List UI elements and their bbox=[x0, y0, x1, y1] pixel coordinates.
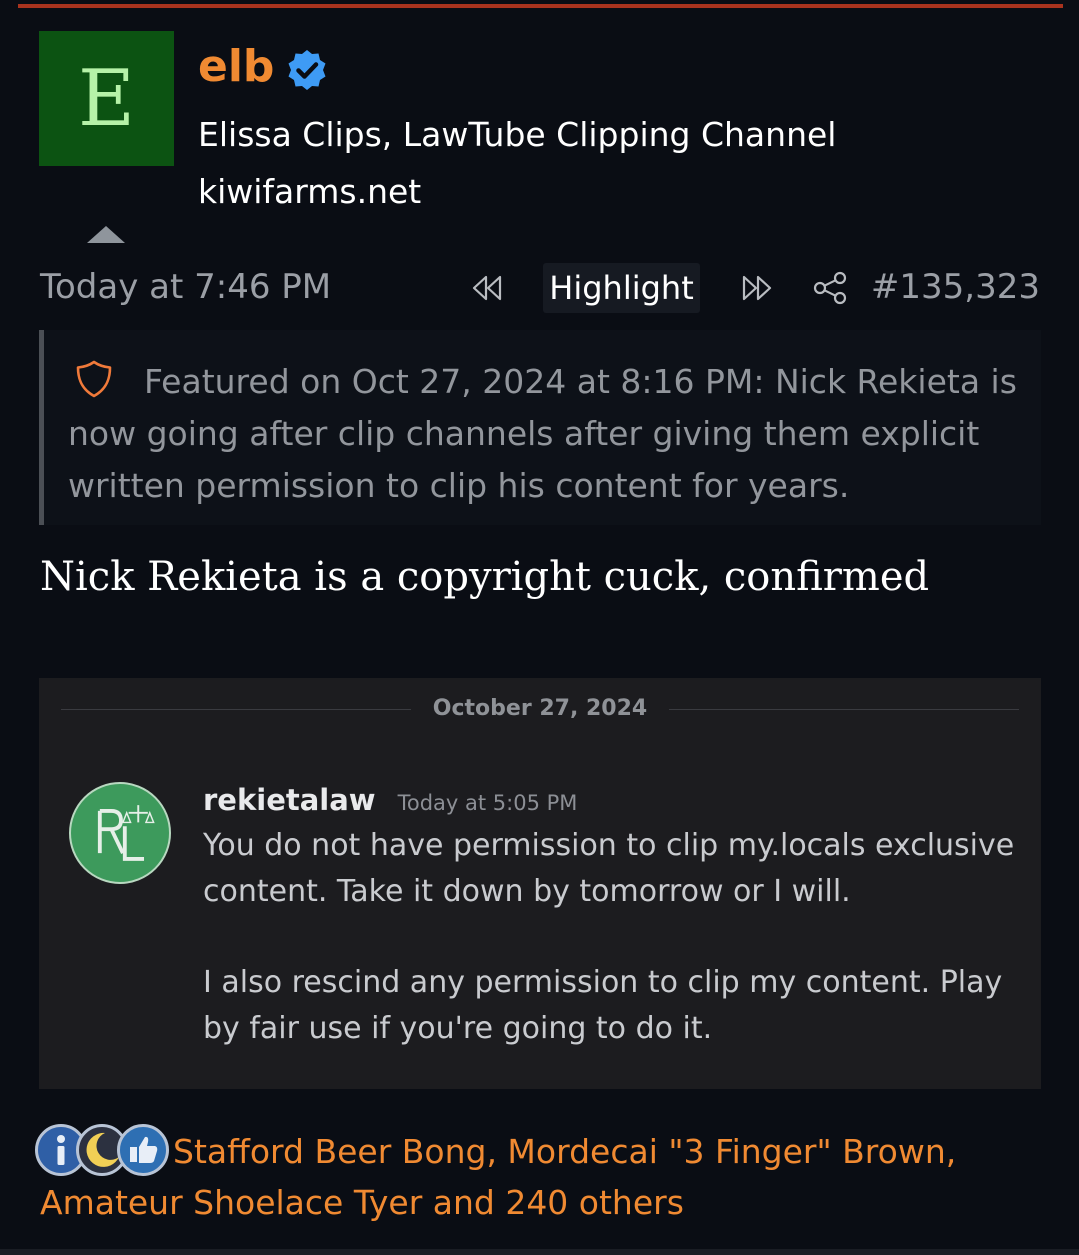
user-title: Elissa Clips, LawTube Clipping Channel bbox=[198, 115, 837, 154]
message-time: Today at 5:05 PM bbox=[397, 791, 578, 815]
fast-forward-icon[interactable] bbox=[738, 268, 778, 308]
message-author: rekietalaw bbox=[203, 783, 376, 817]
chat-date: October 27, 2024 bbox=[432, 696, 648, 721]
post-body-text: Nick Rekieta is a copyright cuck, confir… bbox=[40, 554, 930, 600]
featured-notice: Featured on Oct 27, 2024 at 8:16 PM: Nic… bbox=[39, 330, 1041, 525]
chat-date-divider: October 27, 2024 bbox=[61, 696, 1020, 722]
reactions-summary-link[interactable]: Stafford Beer Bong, Mordecai "3 Finger" … bbox=[40, 1126, 1040, 1228]
rekietalaw-avatar bbox=[69, 782, 171, 884]
message-paragraph-2: I also rescind any permission to clip my… bbox=[203, 965, 1003, 1046]
share-icon[interactable] bbox=[810, 268, 850, 308]
post-number-link[interactable]: #135,323 bbox=[871, 264, 1040, 310]
verified-badge-icon bbox=[288, 50, 326, 90]
message-paragraph-1: You do not have permission to clip my.lo… bbox=[203, 828, 1015, 909]
post-container: E elb Elissa Clips, LawTube Clipping Cha… bbox=[0, 0, 1079, 1255]
user-avatar[interactable]: E bbox=[39, 31, 174, 166]
featured-notice-text: Featured on Oct 27, 2024 at 8:16 PM: Nic… bbox=[68, 362, 1017, 505]
post-top-accent-bar bbox=[18, 4, 1063, 8]
highlight-button[interactable]: Highlight bbox=[543, 263, 700, 313]
divider-line-right bbox=[669, 708, 1020, 710]
avatar-caret-icon bbox=[87, 226, 125, 243]
embedded-chat-screenshot[interactable]: October 27, 2024 rekietalaw Today at 5:0… bbox=[39, 678, 1041, 1089]
divider-line-left bbox=[61, 708, 411, 710]
featured-notice-body: Featured on Oct 27, 2024 at 8:16 PM: Nic… bbox=[68, 356, 1028, 512]
post-bottom-border bbox=[0, 1249, 1079, 1255]
shield-icon bbox=[76, 360, 112, 398]
username-row: elb bbox=[198, 38, 328, 96]
user-site: kiwifarms.net bbox=[198, 172, 422, 211]
message-header: rekietalaw Today at 5:05 PM bbox=[203, 780, 577, 823]
post-timestamp[interactable]: Today at 7:46 PM bbox=[40, 264, 331, 310]
rewind-icon[interactable] bbox=[466, 268, 506, 308]
username-link[interactable]: elb bbox=[198, 45, 274, 89]
avatar-letter: E bbox=[78, 53, 135, 144]
